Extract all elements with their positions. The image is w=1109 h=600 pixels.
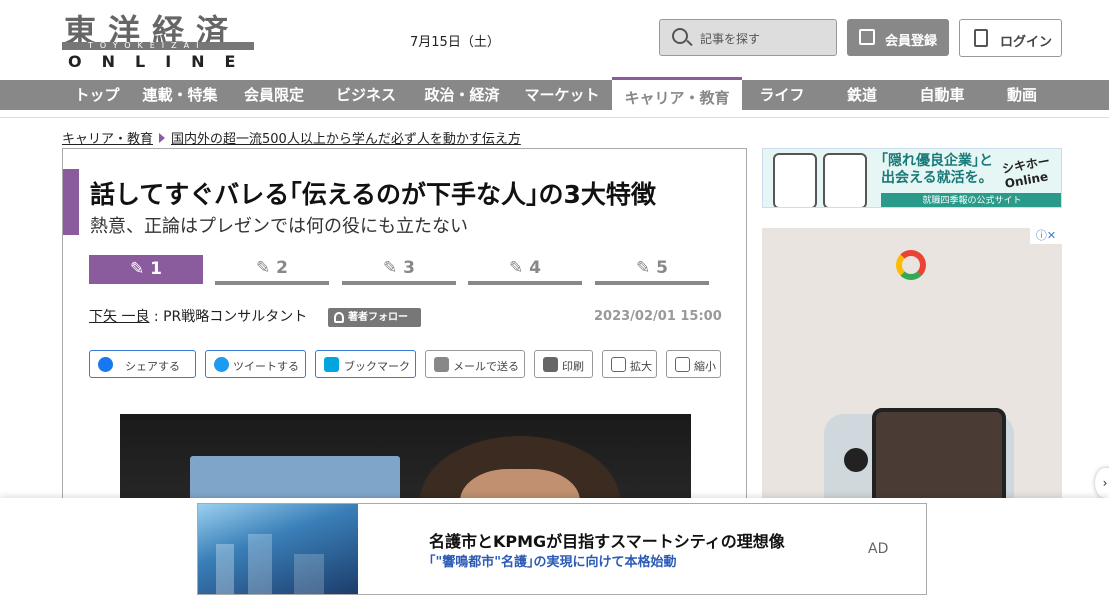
publish-timestamp: 2023/02/01 15:00 (594, 309, 722, 324)
ad-building-3 (294, 554, 324, 594)
chevron-right-icon[interactable]: › (1095, 468, 1109, 498)
page-tab-4[interactable]: ✎ 4 (468, 255, 582, 285)
logo-online: ONLINE (68, 52, 256, 71)
nav-item-business[interactable]: ビジネス (320, 80, 412, 110)
ad-building-1 (216, 544, 234, 594)
bottom-ad-subline: ｢"響鳴都市"名護｣の実現に向けて本格始動 (429, 555, 677, 570)
edit-icon (859, 29, 875, 45)
follow-icon (334, 312, 344, 323)
title-accent-bar (63, 169, 79, 235)
page-tab-2[interactable]: ✎ 2 (215, 255, 329, 285)
nav-item-railway[interactable]: 鉄道 (822, 80, 902, 110)
main-nav: トップ 連載・特集 会員限定 ビジネス 政治・経済 マーケット キャリア・教育 … (0, 77, 1109, 110)
ad-copy-line-2: 出会える就活を。 (881, 170, 993, 186)
twitter-share-label: ツイートする (233, 360, 299, 373)
nav-item-top[interactable]: トップ (62, 80, 132, 110)
page-tab-5[interactable]: ✎ 5 (595, 255, 709, 285)
register-button[interactable]: 会員登録 (847, 19, 949, 56)
hatena-bookmark-label: ブックマーク (344, 360, 410, 373)
nav-item-members[interactable]: 会員限定 (228, 80, 320, 110)
google-logo-icon (896, 250, 926, 280)
nav-item-politics[interactable]: 政治・経済 (412, 80, 512, 110)
ad-copy-line-1: ｢隠れ優良企業｣と (881, 153, 993, 169)
current-date: 7月15日（土） (410, 35, 500, 50)
bottom-ad[interactable]: 名護市とKPMGが目指すスマートシティの理想像 ｢"響鳴都市"名護｣の実現に向け… (197, 503, 927, 595)
ad-footer: 就職四季報の公式サイト (881, 193, 1061, 207)
nav-item-auto[interactable]: 自動車 (902, 80, 982, 110)
login-button[interactable]: ログイン (959, 19, 1062, 57)
zoom-in-label: 拡大 (630, 360, 652, 373)
page-tab-1[interactable]: ✎ 1 (89, 255, 203, 284)
search-placeholder: 記事を探す (700, 32, 761, 46)
hatena-bookmark-icon (324, 357, 339, 372)
logo-roman: TOYOKEIZAI (88, 41, 206, 50)
register-label: 会員登録 (885, 34, 938, 49)
sticky-bottom-ad-bar: 名護市とKPMGが目指すスマートシティの理想像 ｢"響鳴都市"名護｣の実現に向け… (0, 498, 1109, 600)
article-title: 話してすぐバレる｢伝えるのが下手な人｣の3大特徴 (90, 180, 656, 209)
print-button[interactable]: 印刷 (534, 350, 593, 378)
bottom-ad-headline: 名護市とKPMGが目指すスマートシティの理想像 (429, 532, 785, 551)
ad-phones-image (769, 151, 879, 207)
ad-phone-1 (773, 153, 817, 207)
ad-choices-close-icon[interactable]: ⓘ✕ (1030, 228, 1062, 244)
breadcrumb-arrow-icon (159, 133, 166, 143)
nav-divider (0, 110, 1109, 118)
facebook-icon (98, 357, 113, 372)
login-icon (974, 29, 988, 47)
facebook-share-button[interactable]: シェアする (89, 350, 196, 378)
site-logo[interactable]: 東洋経済 TOYOKEIZAI ONLINE (62, 6, 254, 72)
twitter-share-button[interactable]: ツイートする (205, 350, 306, 378)
search-icon (672, 28, 688, 44)
hatena-bookmark-button[interactable]: ブックマーク (315, 350, 416, 378)
zoom-in-button[interactable]: 拡大 (602, 350, 657, 378)
author-name[interactable]: 下矢 一良 (89, 309, 149, 325)
nav-item-market[interactable]: マーケット (512, 80, 612, 110)
bottom-ad-image (198, 504, 358, 594)
nav-item-career[interactable]: キャリア・教育 (612, 77, 742, 110)
ad-building-2 (248, 534, 272, 594)
zoom-out-button[interactable]: 縮小 (666, 350, 721, 378)
ad-phone-camera (844, 448, 868, 472)
article-card: 話してすぐバレる｢伝えるのが下手な人｣の3大特徴 熱意、正論はプレゼンでは何の役… (62, 148, 747, 529)
article-subtitle: 熱意、正論はプレゼンでは何の役にも立たない (90, 216, 468, 237)
ad-phone-screen (872, 408, 1006, 508)
twitter-icon (214, 357, 229, 372)
side-display-ad[interactable]: ⓘ✕ (762, 228, 1062, 508)
mail-share-button[interactable]: メールで送る (425, 350, 525, 378)
author-line: 下矢 一良 : PR戦略コンサルタント (89, 306, 307, 326)
follow-label: 著者フォロー (348, 312, 408, 323)
ad-label: AD (868, 541, 889, 557)
site-header: 東洋経済 TOYOKEIZAI ONLINE 7月15日（土） 記事を探す 会員… (0, 0, 1109, 80)
print-icon (543, 357, 558, 372)
zoom-in-icon (611, 357, 626, 372)
zoom-out-icon (675, 357, 690, 372)
ad-copy: ｢隠れ優良企業｣と 出会える就活を。 (881, 153, 993, 187)
facebook-share-label: シェアする (125, 360, 180, 373)
print-label: 印刷 (562, 360, 584, 373)
breadcrumb: キャリア・教育 国内外の超一流500人以上から学んだ必ず人を動かす伝え方 (62, 128, 521, 147)
nav-item-series[interactable]: 連載・特集 (132, 80, 228, 110)
breadcrumb-category[interactable]: キャリア・教育 (62, 132, 153, 147)
page-tab-3[interactable]: ✎ 3 (342, 255, 456, 285)
ad-phone-2 (823, 153, 867, 207)
breadcrumb-current[interactable]: 国内外の超一流500人以上から学んだ必ず人を動かす伝え方 (171, 132, 521, 147)
author-role: : PR戦略コンサルタント (149, 309, 308, 325)
mail-icon (434, 357, 449, 372)
top-banner-ad[interactable]: ｢隠れ優良企業｣と 出会える就活を。 シキホーOnline 就職四季報の公式サイ… (762, 148, 1062, 208)
nav-item-video[interactable]: 動画 (982, 80, 1062, 110)
mail-share-label: メールで送る (453, 360, 519, 373)
search-box[interactable]: 記事を探す (659, 19, 837, 56)
login-label: ログイン (1000, 35, 1053, 50)
nav-item-life[interactable]: ライフ (742, 80, 822, 110)
ad-brand: シキホーOnline (1001, 153, 1051, 191)
follow-author-button[interactable]: 著者フォロー (328, 308, 421, 327)
zoom-out-label: 縮小 (694, 360, 716, 373)
